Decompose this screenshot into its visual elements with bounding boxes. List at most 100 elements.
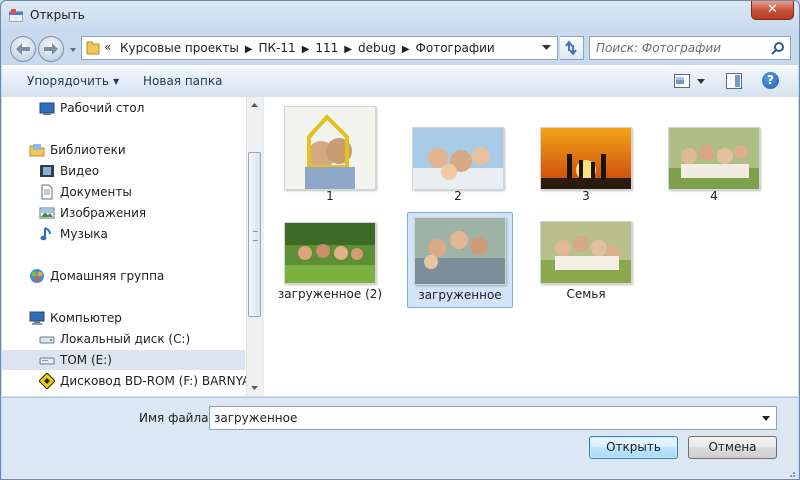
navigation-pane: Рабочий стол Библиотеки Видео Документы … bbox=[2, 97, 262, 396]
nav-item-pictures[interactable]: Изображения bbox=[2, 203, 245, 223]
breadcrumb-separator-icon[interactable]: ▶ bbox=[344, 44, 352, 55]
nav-item-label: ТОМ (E:) bbox=[60, 353, 112, 367]
file-item-selected[interactable]: загруженное bbox=[407, 212, 513, 308]
title-bar: Открыть ✕ bbox=[1, 1, 799, 31]
file-item[interactable]: Семья bbox=[533, 213, 639, 309]
local-disk-icon bbox=[39, 336, 55, 344]
file-name: загруженное bbox=[418, 288, 502, 302]
cancel-button[interactable]: Отмена bbox=[688, 436, 777, 459]
photo-thumbnail bbox=[540, 221, 632, 284]
breadcrumb-separator-icon[interactable]: ▶ bbox=[402, 44, 410, 55]
organize-label: Упорядочить bbox=[27, 74, 109, 88]
search-icon[interactable] bbox=[771, 41, 785, 55]
breadcrumb-item[interactable]: debug bbox=[358, 41, 396, 55]
app-icon bbox=[9, 9, 23, 22]
nav-item-label: Видео bbox=[60, 164, 100, 178]
breadcrumb-item[interactable]: 111 bbox=[315, 41, 338, 55]
organize-button[interactable]: Упорядочить ▼ bbox=[27, 74, 119, 88]
computer-icon bbox=[29, 311, 45, 325]
file-item[interactable]: 3 bbox=[533, 103, 639, 203]
file-name: 4 bbox=[710, 189, 718, 203]
filename-label: Имя файла: bbox=[139, 411, 213, 425]
new-folder-button[interactable]: Новая папка bbox=[143, 74, 222, 88]
breadcrumb-item[interactable]: Курсовые проекты bbox=[120, 41, 239, 55]
photo-thumbnail bbox=[284, 222, 376, 284]
file-name: Семья bbox=[566, 287, 606, 301]
nav-item-homegroup[interactable]: Домашняя группа bbox=[2, 266, 245, 286]
pictures-icon bbox=[39, 207, 55, 219]
window-title: Открыть bbox=[30, 8, 85, 22]
file-item[interactable]: 1 bbox=[277, 103, 383, 203]
open-button[interactable]: Открыть bbox=[589, 436, 678, 459]
photo-thumbnail bbox=[668, 127, 760, 190]
scrollbar-thumb[interactable] bbox=[248, 152, 261, 317]
libraries-icon bbox=[29, 144, 45, 157]
breadcrumb-item[interactable]: ПК-11 bbox=[259, 41, 296, 55]
resize-grip-icon[interactable] bbox=[786, 468, 796, 478]
preview-pane-icon[interactable] bbox=[726, 73, 742, 89]
address-history-dropdown[interactable] bbox=[542, 45, 551, 51]
filename-value[interactable]: загруженное bbox=[214, 411, 297, 425]
nav-item-video[interactable]: Видео bbox=[2, 161, 245, 181]
back-button[interactable] bbox=[10, 36, 36, 62]
filename-field[interactable]: загруженное bbox=[209, 406, 777, 430]
command-toolbar: Упорядочить ▼ Новая папка ? bbox=[2, 65, 798, 98]
removable-drive-icon bbox=[39, 357, 55, 365]
nav-item-documents[interactable]: Документы bbox=[2, 182, 245, 202]
chevron-down-icon[interactable] bbox=[762, 416, 770, 421]
scroll-up-icon[interactable] bbox=[250, 101, 259, 110]
nav-item-label: Изображения bbox=[60, 206, 147, 220]
forward-button[interactable] bbox=[38, 36, 64, 62]
nav-item-label: Компьютер bbox=[50, 311, 122, 325]
folder-icon bbox=[86, 41, 100, 55]
search-input[interactable]: Поиск: Фотографии bbox=[589, 36, 791, 60]
nav-item-label: Дисковод BD-ROM (F:) BARNYARD bbox=[60, 374, 262, 388]
recent-pages-dropdown[interactable] bbox=[68, 45, 78, 55]
file-name: 3 bbox=[582, 189, 590, 203]
photo-thumbnail bbox=[284, 106, 376, 190]
nav-item-libraries[interactable]: Библиотеки bbox=[2, 140, 245, 160]
file-item[interactable]: загруженное (2) bbox=[277, 213, 383, 309]
address-bar[interactable]: « Курсовые проекты ▶ ПК-11 ▶ 111 ▶ debug ▶ Фотог… bbox=[81, 36, 558, 60]
file-item[interactable]: 4 bbox=[661, 103, 767, 203]
help-icon[interactable]: ? bbox=[762, 72, 779, 89]
file-list: 1 2 3 4 загруженное (2) загруженное Семь… bbox=[264, 97, 798, 396]
navigation-scrollbar[interactable] bbox=[246, 97, 262, 396]
view-options-dropdown[interactable] bbox=[697, 79, 705, 84]
bd-rom-icon bbox=[39, 373, 55, 389]
file-name: 1 bbox=[326, 189, 334, 203]
photo-thumbnail bbox=[414, 217, 506, 285]
breadcrumb-separator-icon[interactable]: ▶ bbox=[245, 44, 253, 55]
open-file-dialog: Открыть ✕ « Курсовые проекты ▶ ПК-11 ▶ 111 ▶ d… bbox=[0, 0, 800, 480]
photo-thumbnail bbox=[540, 127, 632, 190]
desktop-icon bbox=[39, 102, 55, 115]
dialog-footer: Имя файла: загруженное Открыть Отмена bbox=[2, 397, 798, 479]
nav-item-label: Локальный диск (C:) bbox=[60, 332, 191, 346]
nav-item-label: Документы bbox=[60, 185, 132, 199]
refresh-icon bbox=[565, 40, 577, 56]
documents-icon bbox=[41, 184, 53, 200]
forward-arrow-icon bbox=[44, 43, 58, 55]
file-name: 2 bbox=[454, 189, 462, 203]
nav-item-local-disk-c[interactable]: Локальный диск (C:) bbox=[2, 329, 245, 349]
nav-item-bd-rom-f[interactable]: Дисковод BD-ROM (F:) BARNYARD bbox=[2, 371, 262, 391]
chevron-down-icon: ▼ bbox=[112, 77, 120, 86]
nav-item-label: Библиотеки bbox=[50, 143, 126, 157]
double-chevron-icon[interactable]: « bbox=[104, 40, 111, 54]
scroll-down-icon[interactable] bbox=[250, 383, 259, 392]
nav-item-music[interactable]: Музыка bbox=[2, 224, 245, 244]
breadcrumb-separator-icon[interactable]: ▶ bbox=[302, 44, 310, 55]
close-icon: ✕ bbox=[767, 2, 778, 17]
nav-item-desktop[interactable]: Рабочий стол bbox=[2, 98, 245, 118]
nav-item-label: Домашняя группа bbox=[50, 269, 165, 283]
search-placeholder: Поиск: Фотографии bbox=[596, 41, 722, 55]
nav-item-computer[interactable]: Компьютер bbox=[2, 308, 245, 328]
photo-thumbnail bbox=[412, 127, 504, 190]
refresh-button[interactable] bbox=[560, 36, 584, 60]
file-item[interactable]: 2 bbox=[405, 103, 511, 203]
close-button[interactable]: ✕ bbox=[751, 1, 794, 20]
change-view-icon[interactable] bbox=[674, 74, 690, 88]
back-arrow-icon bbox=[16, 43, 30, 55]
breadcrumb-item[interactable]: Фотографии bbox=[416, 41, 495, 55]
nav-item-drive-e[interactable]: ТОМ (E:) bbox=[2, 350, 245, 370]
